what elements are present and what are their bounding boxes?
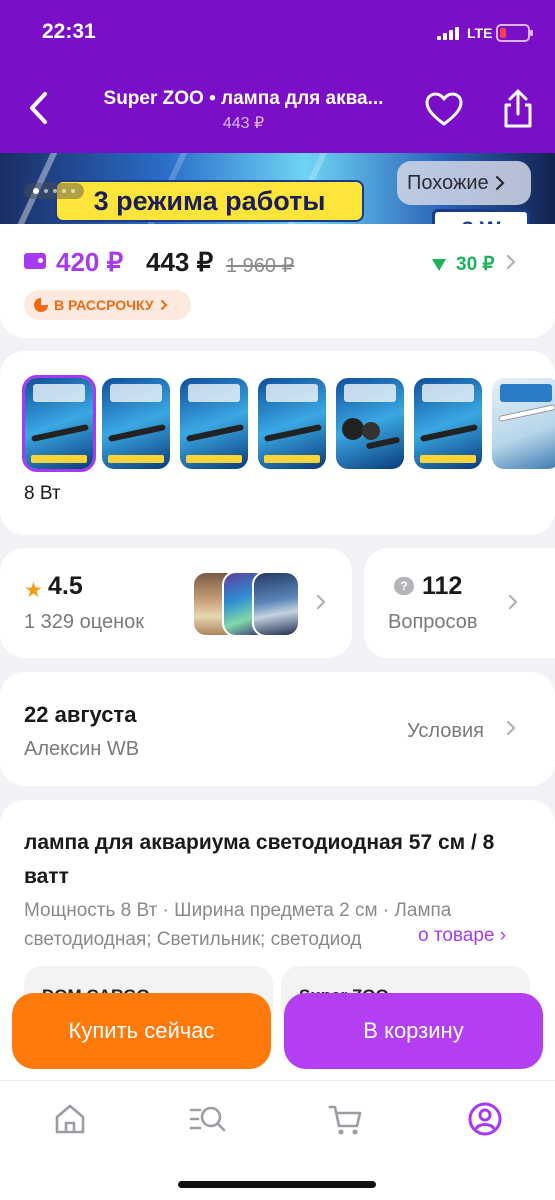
chevron-right-icon — [316, 594, 326, 610]
add-to-cart-button[interactable]: В корзину — [284, 993, 543, 1069]
review-photo — [252, 571, 300, 637]
installment-icon — [34, 298, 48, 312]
star-icon: ★ — [24, 579, 43, 602]
tab-catalog[interactable] — [188, 1099, 228, 1139]
share-button[interactable] — [498, 88, 538, 130]
similar-label: Похожие — [407, 171, 489, 194]
cashback-badge[interactable]: 30 ₽ — [432, 253, 495, 276]
question-bubble-icon: ? — [394, 577, 414, 595]
buy-now-button[interactable]: Купить сейчас — [12, 993, 271, 1069]
network-label: LTE — [467, 25, 493, 41]
battery-icon — [496, 24, 533, 42]
status-time: 22:31 — [42, 20, 96, 43]
price-card: 420 ₽ 443 ₽ 1 960 ₽ 30 ₽ В РАССРОЧКУ — [0, 224, 555, 338]
review-photos — [192, 571, 304, 637]
tab-cart[interactable] — [326, 1099, 366, 1139]
chevron-right-icon — [506, 254, 516, 270]
carousel-dots — [24, 183, 84, 199]
variant-thumbnails — [22, 375, 555, 491]
installment-label: В РАССРОЧКУ — [54, 297, 154, 313]
back-arrow-icon — [30, 92, 47, 124]
nav-bar: Super ZOO • лампа для аква... 443 ₽ — [0, 70, 555, 150]
favorite-button[interactable] — [424, 90, 464, 130]
cart-icon — [328, 1105, 362, 1135]
old-price: 1 960 ₽ — [226, 255, 295, 277]
share-icon — [504, 89, 532, 128]
cashback-value: 30 ₽ — [456, 254, 495, 275]
wallet-icon — [24, 253, 46, 269]
about-product-link[interactable]: о товаре › — [412, 925, 507, 947]
conditions-link[interactable]: Условия — [407, 720, 484, 743]
rating-score: 4.5 — [48, 572, 83, 600]
home-indicator — [178, 1181, 376, 1188]
heart-icon — [425, 92, 463, 126]
header-price: 443 ₽ — [222, 115, 265, 132]
chevron-right-icon — [495, 175, 505, 191]
rating-count: 1 329 оценок — [24, 611, 144, 633]
similar-button[interactable]: Похожие — [397, 161, 531, 205]
product-image-carousel[interactable]: 3 режима работы 8 W Похожие — [0, 153, 555, 229]
questions-count: 112 — [422, 572, 463, 600]
current-price: 443 ₽ — [146, 247, 214, 277]
selected-variant-label: 8 Вт — [24, 483, 61, 504]
header-title-block: Super ZOO • лампа для аква... 443 ₽ — [76, 88, 411, 133]
rating-card[interactable]: ★ 4.5 1 329 оценок — [0, 548, 352, 658]
wallet-price: 420 ₽ — [56, 247, 124, 277]
installment-button[interactable]: В РАССРОЧКУ — [24, 290, 191, 320]
page-title: Super ZOO • лампа для аква... — [103, 88, 384, 109]
down-triangle-icon — [432, 258, 446, 271]
questions-label: Вопросов — [388, 611, 478, 633]
variant-thumbnail[interactable] — [22, 375, 96, 472]
tab-profile[interactable] — [465, 1099, 505, 1139]
variant-thumbnail[interactable] — [492, 378, 555, 469]
variant-thumbnail[interactable] — [180, 378, 248, 469]
variant-thumbnail[interactable] — [336, 378, 404, 469]
product-title: лампа для аквариума светодиодная 57 см /… — [24, 831, 495, 888]
banner-headline: 3 режима работы — [55, 180, 364, 222]
chevron-right-icon — [506, 720, 516, 736]
delivery-date: 22 августа — [24, 702, 137, 727]
profile-icon — [468, 1102, 502, 1136]
chevron-right-icon — [508, 594, 518, 610]
status-bar: 22:31 LTE — [0, 0, 555, 66]
variant-thumbnail[interactable] — [258, 378, 326, 469]
catalog-search-icon — [189, 1106, 226, 1132]
variant-thumbnail[interactable] — [414, 378, 482, 469]
back-button[interactable] — [20, 88, 56, 128]
delivery-card[interactable]: 22 августа Алексин WB Условия — [0, 672, 555, 786]
top-header: 22:31 LTE Super ZOO • лампа для аква... … — [0, 0, 555, 153]
pickup-point: Алексин WB — [24, 738, 140, 760]
tab-home[interactable] — [50, 1099, 90, 1139]
home-icon — [55, 1104, 85, 1134]
chevron-right-icon — [160, 300, 167, 310]
variant-thumbnail[interactable] — [102, 378, 170, 469]
signal-icon — [437, 26, 463, 40]
questions-card[interactable]: ? 112 Вопросов — [364, 548, 555, 658]
variant-gallery-card: 8 Вт — [0, 351, 555, 535]
